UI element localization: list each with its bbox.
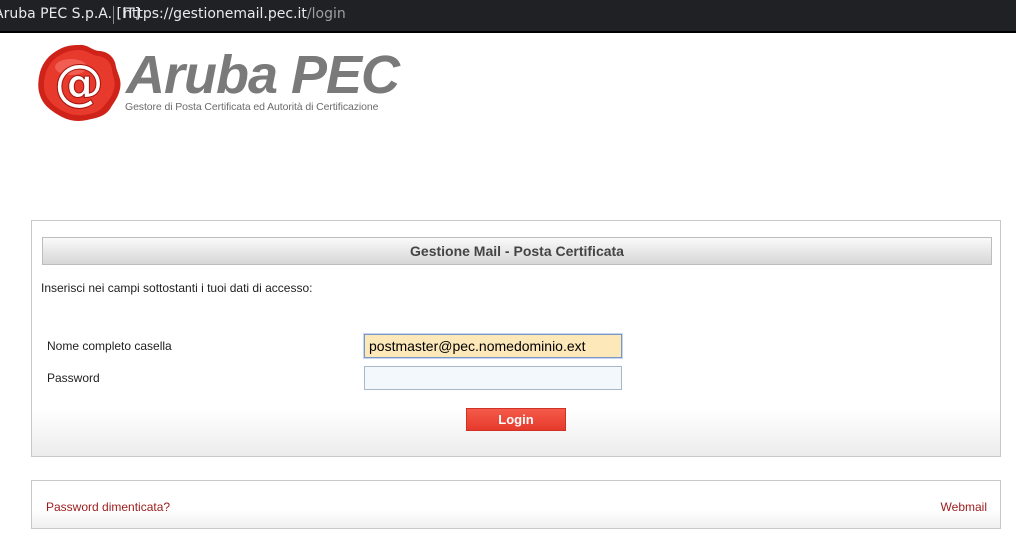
webmail-link[interactable]: Webmail: [941, 500, 987, 514]
seal-glyph: @: [54, 54, 104, 112]
browser-address-bar: Aruba PEC S.p.A. [IT] https://gestionema…: [0, 0, 1016, 33]
forgot-password-link[interactable]: Password dimenticata?: [46, 500, 170, 514]
login-instructions: Inserisci nei campi sottostanti i tuoi d…: [41, 281, 313, 295]
password-label: Password: [47, 371, 100, 385]
url-field[interactable]: https://gestionemail.pec.it/login: [123, 0, 346, 29]
aruba-pec-logo: @ Aruba PEC Gestore di Posta Certificata…: [36, 42, 400, 126]
url-host: https://gestionemail.pec.it: [123, 6, 307, 22]
aruba-seal-at-icon: @: [38, 44, 121, 121]
username-input[interactable]: [364, 334, 622, 358]
url-path: /login: [306, 6, 346, 22]
login-panel: Gestione Mail - Posta Certificata Inseri…: [31, 220, 1001, 457]
password-input[interactable]: [364, 366, 622, 390]
username-label: Nome completo casella: [47, 339, 172, 353]
login-panel-title: Gestione Mail - Posta Certificata: [42, 237, 992, 265]
logo-tagline: Gestore di Posta Certificata ed Autorità…: [125, 101, 379, 113]
login-button[interactable]: Login: [466, 408, 566, 431]
address-separator: [113, 6, 114, 24]
site-identity[interactable]: Aruba PEC S.p.A. [IT]: [0, 0, 140, 29]
logo-wordmark: Aruba PEC: [126, 45, 400, 105]
footer-links: Password dimenticata? Webmail: [31, 480, 1001, 529]
